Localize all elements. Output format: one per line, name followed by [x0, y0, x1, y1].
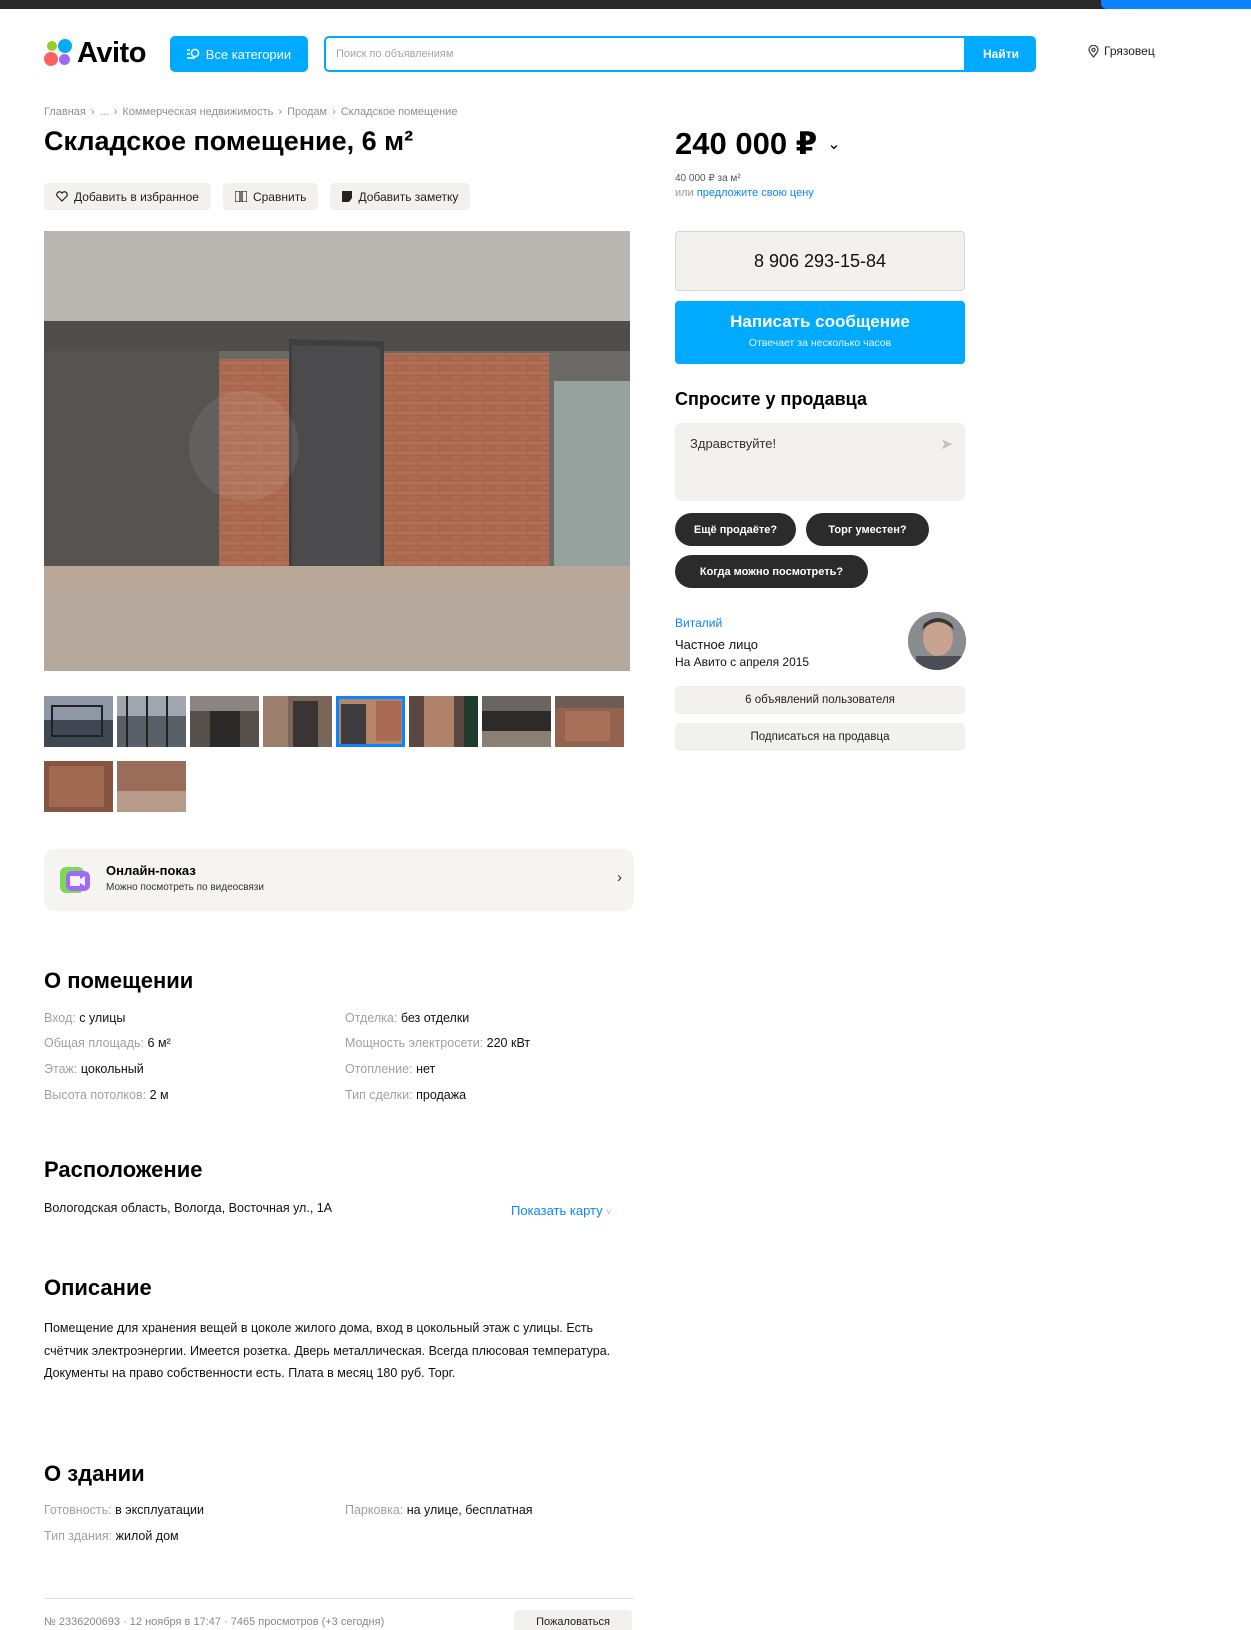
thumbnail[interactable]: [117, 761, 186, 812]
footer-divider: [44, 1598, 634, 1599]
avito-logo-icon: [44, 39, 74, 67]
top-bar-accent: [1101, 0, 1251, 9]
offer-prefix: или: [675, 187, 697, 199]
about-heading: О помещении: [44, 968, 194, 993]
seller-type: Частное лицо: [675, 637, 758, 652]
search-placeholder: Поиск по объявлениям: [336, 48, 454, 60]
param-readiness: Готовность: в эксплуатации: [44, 1503, 204, 1517]
online-show-title: Онлайн-показ: [106, 863, 196, 878]
search-button[interactable]: Найти: [966, 36, 1036, 72]
ask-message-text: Здравствуйте!: [690, 436, 777, 451]
thumbnail[interactable]: [117, 696, 186, 747]
breadcrumb-ellipsis[interactable]: ...: [100, 106, 109, 118]
param-floor: Этаж: цокольный: [44, 1062, 144, 1076]
avatar[interactable]: [908, 612, 966, 670]
online-show-subtitle: Можно посмотреть по видеосвязи: [106, 882, 264, 893]
description-heading: Описание: [44, 1275, 152, 1300]
main-photo[interactable]: [44, 231, 630, 671]
response-time: Отвечает за несколько часов: [748, 337, 892, 349]
breadcrumb-home[interactable]: Главная: [44, 106, 86, 118]
param-building-type: Тип здания: жилой дом: [44, 1529, 179, 1543]
listing-actions: Добавить в избранное Сравнить Добавить з…: [44, 183, 471, 210]
thumbnail-active[interactable]: [336, 696, 405, 747]
breadcrumb: Главная ›... › Коммерческая недвижимость › Пр…: [44, 106, 458, 118]
seller-listings-button[interactable]: 6 объявлений пользователя: [675, 686, 965, 714]
quick-question-chip[interactable]: Когда можно посмотреть?: [675, 555, 868, 588]
show-map-link[interactable]: Показать карту ˅: [511, 1203, 612, 1218]
ask-message-input[interactable]: Здравствуйте! ➤: [675, 423, 965, 501]
param-deal-type: Тип сделки: продажа: [345, 1088, 467, 1102]
warehouse-photo: [44, 231, 630, 671]
thumbnail[interactable]: [409, 696, 478, 747]
thumbnail[interactable]: [555, 696, 624, 747]
thumbnail[interactable]: [190, 696, 259, 747]
breadcrumb-sell[interactable]: Продам: [287, 106, 327, 118]
site-header: Avito Все категории Поиск по объявлениям…: [44, 34, 1244, 74]
seller-avatar-image: [908, 612, 966, 670]
show-map-label: Показать карту: [511, 1203, 603, 1218]
quick-question-chip[interactable]: Торг уместен?: [806, 513, 929, 546]
price-value: 240 000 ₽: [675, 126, 818, 161]
search-input[interactable]: Поиск по объявлениям: [324, 36, 966, 72]
location-heading: Расположение: [44, 1157, 203, 1182]
report-button[interactable]: Пожаловаться: [514, 1610, 632, 1630]
video-call-icon: [58, 863, 92, 897]
compare-icon: [234, 191, 247, 202]
search-icon: [186, 48, 200, 59]
seller-name-link[interactable]: Виталий: [675, 616, 722, 630]
param-area: Общая площадь: 6 м²: [44, 1036, 171, 1050]
offer-price: или предложите свою цену: [675, 187, 814, 199]
show-phone-button[interactable]: 8 906 293-15-84: [675, 231, 965, 291]
chevron-down-icon: ˅: [606, 1207, 612, 1217]
breadcrumb-commercial[interactable]: Коммерческая недвижимость: [122, 106, 273, 118]
description-text: Помещение для хранения вещей в цоколе жи…: [44, 1321, 611, 1380]
add-note-label: Добавить заметку: [358, 189, 459, 204]
note-icon: [342, 191, 353, 202]
breadcrumb-warehouse[interactable]: Складское помещение: [341, 106, 458, 118]
param-heating: Отопление: нет: [345, 1062, 436, 1076]
send-icon[interactable]: ➤: [940, 435, 953, 453]
write-message-button[interactable]: Написать сообщение Отвечает за несколько…: [675, 301, 965, 364]
compare-button[interactable]: Сравнить: [222, 183, 319, 210]
logo-text: Avito: [77, 36, 146, 69]
browser-top-bar: [0, 0, 1251, 9]
param-finish: Отделка: без отделки: [345, 1011, 470, 1025]
price[interactable]: 240 000 ₽ ⌄: [675, 126, 841, 162]
thumbnail[interactable]: [482, 696, 551, 747]
subscribe-seller-button[interactable]: Подписаться на продавца: [675, 723, 965, 751]
ask-seller-heading: Спросите у продавца: [675, 389, 867, 409]
thumbnail[interactable]: [44, 761, 113, 812]
listing-meta: № 2336200693 · 12 ноября в 17:47 · 7465 …: [44, 1616, 385, 1628]
add-favorite-label: Добавить в избранное: [74, 189, 199, 204]
location-selector[interactable]: Грязовец: [1088, 44, 1155, 58]
heart-icon: [56, 191, 68, 202]
avito-logo[interactable]: Avito: [44, 36, 146, 70]
page-title: Складское помещение, 6 м²: [44, 126, 414, 156]
all-categories-button[interactable]: Все категории: [170, 36, 308, 72]
compare-label: Сравнить: [252, 189, 307, 204]
thumbnail[interactable]: [263, 696, 332, 747]
chevron-down-icon: ⌄: [827, 136, 841, 153]
add-note-button[interactable]: Добавить заметку: [330, 183, 471, 210]
address-text: Вологодская область, Вологда, Восточная …: [44, 1201, 333, 1215]
all-categories-label: Все категории: [205, 46, 292, 62]
online-show-banner[interactable]: Онлайн-показ Можно посмотреть по видеосв…: [44, 849, 634, 911]
thumbnail[interactable]: [44, 696, 113, 747]
location-label: Грязовец: [1104, 44, 1155, 58]
building-heading: О здании: [44, 1461, 145, 1486]
param-entrance: Вход: с улицы: [44, 1011, 126, 1025]
param-power: Мощность электросети: 220 кВт: [345, 1036, 531, 1050]
param-ceiling: Высота потолков: 2 м: [44, 1088, 169, 1102]
chevron-right-icon: ›: [617, 869, 622, 886]
quick-question-chip[interactable]: Ещё продаёте?: [675, 513, 796, 546]
write-message-label: Написать сообщение: [730, 312, 910, 331]
price-per-meter: 40 000 ₽ за м²: [675, 173, 741, 184]
param-parking: Парковка: на улице, бесплатная: [345, 1503, 533, 1517]
offer-price-link[interactable]: предложите свою цену: [697, 187, 814, 199]
add-favorite-button[interactable]: Добавить в избранное: [44, 183, 211, 210]
seller-since: На Авито с апреля 2015: [675, 655, 810, 669]
location-pin-icon: [1088, 44, 1099, 58]
